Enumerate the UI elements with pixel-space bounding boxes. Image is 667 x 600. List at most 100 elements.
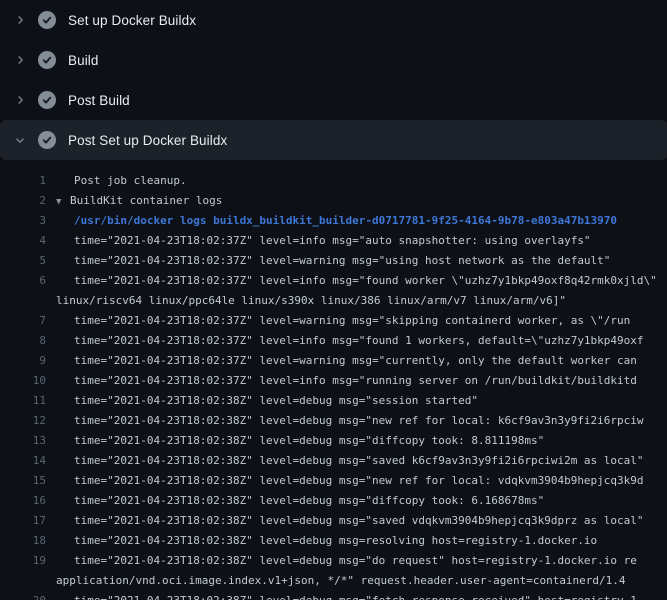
line-number[interactable]: 9 [0,351,46,371]
line-text: time="2021-04-23T18:02:37Z" level=warnin… [56,251,667,271]
log-line: 2 ▼ BuildKit container logs [0,191,667,211]
line-text-content: time="2021-04-23T18:02:38Z" level=debug … [74,454,644,467]
line-text: time="2021-04-23T18:02:38Z" level=debug … [56,591,667,600]
line-number[interactable]: 13 [0,431,46,451]
log-line: 9 time="2021-04-23T18:02:37Z" level=warn… [0,351,667,371]
line-text-content: /usr/bin/docker logs buildx_buildkit_bui… [74,214,617,227]
log-line: 13 time="2021-04-23T18:02:38Z" level=deb… [0,431,667,451]
log-line: 5 time="2021-04-23T18:02:37Z" level=warn… [0,251,667,271]
chevron-right-icon [12,92,28,108]
line-number[interactable]: 14 [0,451,46,471]
line-text-content: BuildKit container logs [63,194,222,207]
log-line: 17 time="2021-04-23T18:02:38Z" level=deb… [0,511,667,531]
line-number[interactable]: 17 [0,511,46,531]
line-number[interactable]: 11 [0,391,46,411]
check-circle-icon [38,91,56,109]
line-text-content: time="2021-04-23T18:02:38Z" level=debug … [74,494,544,507]
line-text: time="2021-04-23T18:02:37Z" level=info m… [56,231,667,251]
line-number[interactable]: 4 [0,231,46,251]
log-line: 8 time="2021-04-23T18:02:37Z" level=info… [0,331,667,351]
line-text-content: time="2021-04-23T18:02:38Z" level=debug … [74,534,597,547]
line-number[interactable]: 2 [0,191,46,211]
log-line: 12 time="2021-04-23T18:02:38Z" level=deb… [0,411,667,431]
steps-list: Set up Docker Buildx Build [0,0,667,160]
line-text: /usr/bin/docker logs buildx_buildkit_bui… [56,211,667,231]
step-label: Post Set up Docker Buildx [68,133,227,148]
line-text-content: time="2021-04-23T18:02:37Z" level=info m… [74,374,637,387]
line-number[interactable]: 6 [0,271,46,291]
line-number[interactable]: 10 [0,371,46,391]
line-text-content: time="2021-04-23T18:02:37Z" level=info m… [74,234,591,247]
log-line: 20 time="2021-04-23T18:02:38Z" level=deb… [0,591,667,600]
line-text-content: time="2021-04-23T18:02:38Z" level=debug … [74,474,644,487]
step-label: Set up Docker Buildx [68,13,196,28]
line-number[interactable]: 5 [0,251,46,271]
check-circle-icon [38,131,56,149]
line-text: time="2021-04-23T18:02:37Z" level=info m… [56,371,667,391]
log-line: 1 Post job cleanup. [0,171,667,191]
line-text: time="2021-04-23T18:02:38Z" level=debug … [56,471,667,491]
check-circle-icon [38,51,56,69]
log-line: 3 /usr/bin/docker logs buildx_buildkit_b… [0,211,667,231]
line-number[interactable]: 19 [0,551,46,571]
line-text: time="2021-04-23T18:02:37Z" level=warnin… [56,351,667,371]
log-line: 19 time="2021-04-23T18:02:38Z" level=deb… [0,551,667,571]
line-text: time="2021-04-23T18:02:38Z" level=debug … [56,391,667,411]
line-text-content: time="2021-04-23T18:02:38Z" level=debug … [74,554,637,567]
chevron-right-icon [12,52,28,68]
chevron-right-icon [12,12,28,28]
step-row[interactable]: Post Build [0,80,667,120]
line-number[interactable]: 20 [0,591,46,600]
log-line: linux/riscv64 linux/ppc64le linux/s390x … [0,291,667,311]
line-text: time="2021-04-23T18:02:38Z" level=debug … [56,531,667,551]
line-text: time="2021-04-23T18:02:38Z" level=debug … [56,551,667,571]
log-line: 10 time="2021-04-23T18:02:37Z" level=inf… [0,371,667,391]
line-text-content: time="2021-04-23T18:02:38Z" level=debug … [74,434,544,447]
line-text-content: Post job cleanup. [74,174,187,187]
log-line: 15 time="2021-04-23T18:02:38Z" level=deb… [0,471,667,491]
step-label: Build [68,53,99,68]
line-number[interactable]: 15 [0,471,46,491]
line-text-content: time="2021-04-23T18:02:37Z" level=warnin… [74,314,630,327]
line-text: time="2021-04-23T18:02:38Z" level=debug … [56,451,667,471]
line-text-content: time="2021-04-23T18:02:37Z" level=info m… [74,334,644,347]
step-row[interactable]: Post Set up Docker Buildx [0,120,667,160]
log-line: 6 time="2021-04-23T18:02:37Z" level=info… [0,271,667,291]
line-number[interactable]: 7 [0,311,46,331]
line-number[interactable]: 8 [0,331,46,351]
line-text-content: linux/riscv64 linux/ppc64le linux/s390x … [56,294,566,307]
line-number[interactable]: 12 [0,411,46,431]
line-number[interactable] [0,291,46,311]
line-text[interactable]: ▼ BuildKit container logs [56,191,667,211]
step-row[interactable]: Set up Docker Buildx [0,0,667,40]
line-text: time="2021-04-23T18:02:38Z" level=debug … [56,411,667,431]
line-text: linux/riscv64 linux/ppc64le linux/s390x … [56,291,667,311]
log-line: 7 time="2021-04-23T18:02:37Z" level=warn… [0,311,667,331]
step-label: Post Build [68,93,130,108]
line-text-content: time="2021-04-23T18:02:38Z" level=debug … [74,514,644,527]
log-line: 11 time="2021-04-23T18:02:38Z" level=deb… [0,391,667,411]
line-text-content: time="2021-04-23T18:02:37Z" level=info m… [74,274,657,287]
check-circle-icon [38,11,56,29]
line-text: Post job cleanup. [56,171,667,191]
line-text: time="2021-04-23T18:02:38Z" level=debug … [56,511,667,531]
line-number[interactable]: 18 [0,531,46,551]
line-text: time="2021-04-23T18:02:37Z" level=info m… [56,271,667,291]
line-number[interactable] [0,571,46,591]
line-text-content: time="2021-04-23T18:02:38Z" level=debug … [74,394,478,407]
line-text-content: time="2021-04-23T18:02:37Z" level=warnin… [74,254,610,267]
chevron-down-icon [12,132,28,148]
step-row[interactable]: Build [0,40,667,80]
line-text: application/vnd.oci.image.index.v1+json,… [56,571,667,591]
log-line: 16 time="2021-04-23T18:02:38Z" level=deb… [0,491,667,511]
log-line: application/vnd.oci.image.index.v1+json,… [0,571,667,591]
line-text-content: time="2021-04-23T18:02:38Z" level=debug … [74,594,637,600]
line-number[interactable]: 3 [0,211,46,231]
line-text-content: time="2021-04-23T18:02:37Z" level=warnin… [74,354,637,367]
log-line: 4 time="2021-04-23T18:02:37Z" level=info… [0,231,667,251]
log-body: 1 Post job cleanup. 2 ▼ BuildKit contain… [0,160,667,600]
line-text: time="2021-04-23T18:02:37Z" level=info m… [56,331,667,351]
line-number[interactable]: 1 [0,171,46,191]
line-number[interactable]: 16 [0,491,46,511]
line-text: time="2021-04-23T18:02:37Z" level=warnin… [56,311,667,331]
